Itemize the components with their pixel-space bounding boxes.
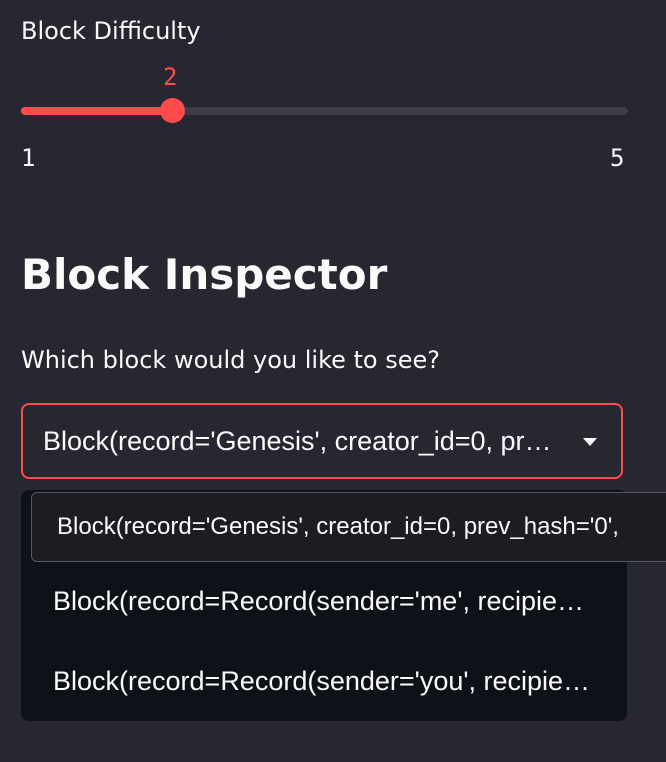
slider-label: Block Difficulty <box>21 17 201 45</box>
slider-current-value: 2 <box>163 63 178 91</box>
option-tooltip: Block(record='Genesis', creator_id=0, pr… <box>31 492 666 562</box>
section-title: Block Inspector <box>21 250 388 299</box>
dropdown-option[interactable]: Block(record=Record(sender='me', recipie… <box>53 586 593 617</box>
dropdown-option[interactable]: Block(record=Record(sender='you', recipi… <box>53 666 593 697</box>
sidebar-panel: Block Difficulty 2 1 5 Block Inspector W… <box>0 0 666 762</box>
slider-min-label: 1 <box>21 144 36 172</box>
block-select[interactable]: Block(record='Genesis', creator_id=0, pr… <box>21 403 623 479</box>
difficulty-slider-thumb[interactable] <box>160 98 185 123</box>
slider-fill <box>21 107 173 115</box>
select-label: Which block would you like to see? <box>21 346 441 374</box>
chevron-down-icon[interactable] <box>583 438 597 446</box>
slider-max-label: 5 <box>610 144 625 172</box>
tooltip-text: Block(record='Genesis', creator_id=0, pr… <box>57 513 619 540</box>
block-select-value: Block(record='Genesis', creator_id=0, pr… <box>43 426 553 456</box>
difficulty-slider-track[interactable] <box>21 107 628 115</box>
